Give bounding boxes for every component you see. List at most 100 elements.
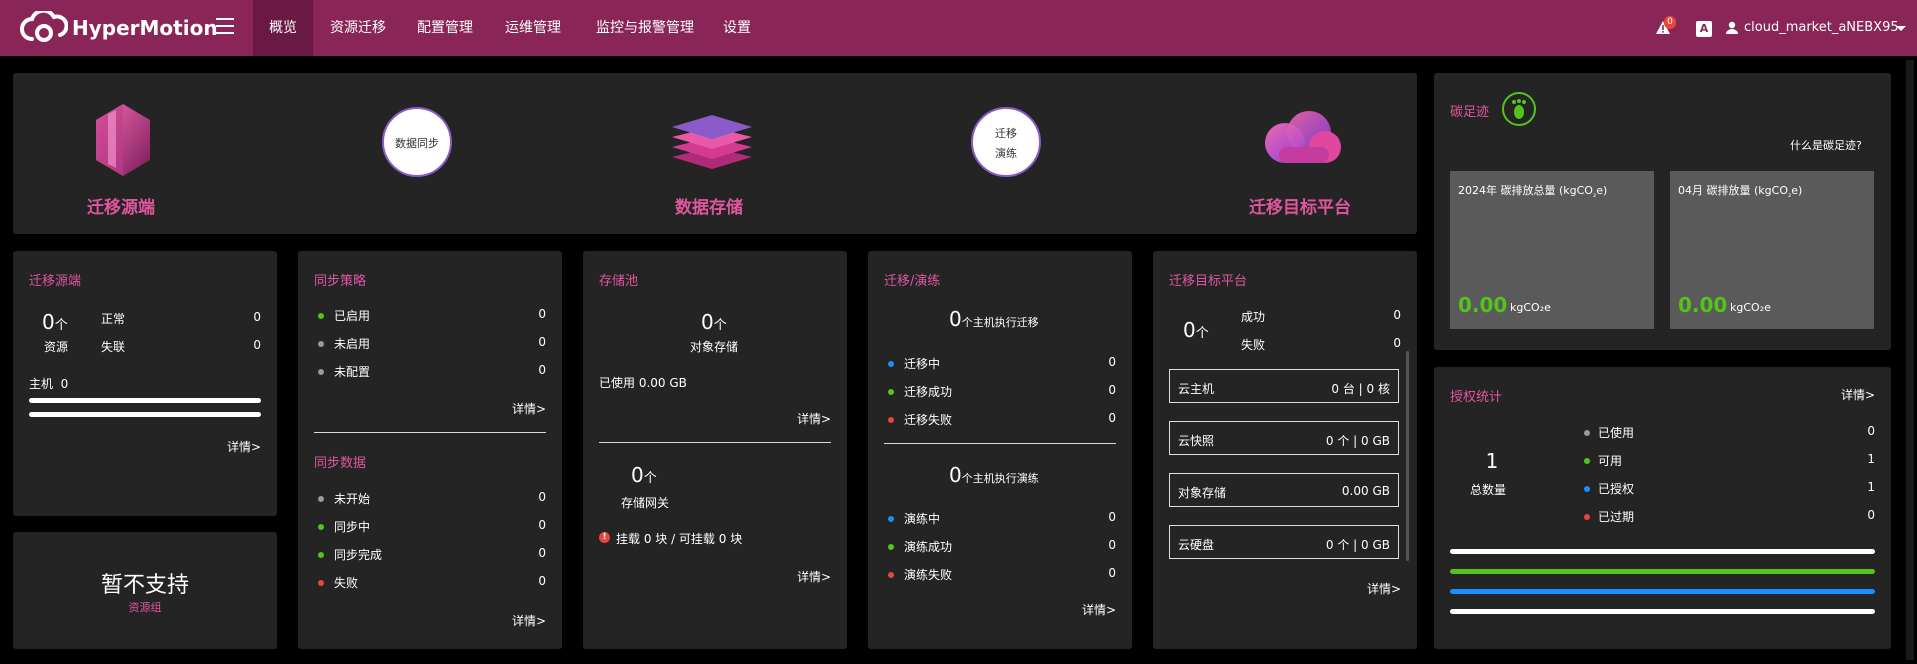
drill-status-value: 0 <box>1108 510 1116 524</box>
sync-policy-label: 未启用 <box>334 337 371 351</box>
drill-status-value: 0 <box>1108 566 1116 580</box>
carbon-month-value: 0.00 <box>1678 293 1728 317</box>
migration-status-label: 迁移失败 <box>904 413 953 427</box>
sync-policy-label: 未配置 <box>334 365 371 379</box>
carbon-year-value: 0.00 <box>1458 293 1508 317</box>
resource-group-panel: 暂不支持 资源组 <box>13 532 277 649</box>
status-dot <box>888 572 894 578</box>
license-total-label: 总数量 <box>1470 483 1507 497</box>
source-normal-value: 0 <box>253 310 261 324</box>
page-scrollbar[interactable] <box>1906 60 1914 660</box>
target-detail-link[interactable]: 详情> <box>1367 580 1401 597</box>
target-resource-value: 0 台 | 0 核 <box>1331 382 1390 396</box>
status-dot <box>888 516 894 522</box>
license-detail-link[interactable]: 详情> <box>1841 386 1875 403</box>
status-dot <box>1584 486 1590 492</box>
footprint-icon <box>1502 92 1536 126</box>
migration-status-label: 迁移成功 <box>904 385 953 399</box>
source-server-icon <box>96 104 150 176</box>
status-dot <box>888 389 894 395</box>
sync-data-label: 失败 <box>334 576 359 590</box>
target-resource-box: 云硬盘 0 个 | 0 GB <box>1169 525 1399 559</box>
migration-status-value: 0 <box>1108 355 1116 369</box>
divider <box>314 432 546 433</box>
nav-resource-migration[interactable]: 资源迁移 <box>318 0 398 56</box>
target-fail-label: 失败 <box>1241 338 1266 352</box>
cloud-logo-icon <box>20 11 68 42</box>
license-authorized-bar <box>1450 589 1875 594</box>
status-dot <box>1584 458 1590 464</box>
storage-pool-title: 存储池 <box>599 274 639 289</box>
target-success-label: 成功 <box>1241 310 1266 324</box>
nav-monitor-alarm[interactable]: 监控与报警管理 <box>585 0 705 56</box>
sync-policy-detail-link[interactable]: 详情> <box>512 400 546 417</box>
target-fail-value: 0 <box>1393 336 1401 350</box>
alert-bell-icon[interactable]: 0 <box>1655 16 1676 38</box>
source-normal-label: 正常 <box>101 312 126 326</box>
license-panel: 授权统计 详情> 1 总数量 已使用 0 可用 1 已授权 1 已过期 0 <box>1434 367 1891 649</box>
resource-group-unsupported: 暂不支持 <box>100 573 189 598</box>
menu-toggle-icon[interactable] <box>216 18 234 34</box>
migration-count: 0个主机执行迁移 <box>949 307 1039 331</box>
migrate-drill-panel: 迁移/演练 0个主机执行迁移 迁移中 0 迁移成功 0 迁移失败 0 0个主机执行演练… <box>868 251 1132 649</box>
storage-gateway-count: 0个 <box>631 463 657 487</box>
storage-pool-panel: 存储池 0个 对象存储 已使用 0.00 GB 详情> 0个 存储网关 ! 挂载… <box>583 251 847 649</box>
target-cloud-icon <box>1265 111 1341 163</box>
storage-gateway-label: 存储网关 <box>621 496 670 510</box>
license-used-bar <box>1450 549 1875 554</box>
target-scrollbar[interactable] <box>1406 351 1409 561</box>
migration-flow-panel: 迁移源端 数据同步 数据存储 迁移 演练 迁移目标平台 <box>13 73 1417 234</box>
what-is-carbon-link[interactable]: 什么是碳足迹? <box>1790 137 1862 153</box>
status-dot <box>318 313 324 319</box>
status-dot <box>318 496 324 502</box>
target-title: 迁移目标平台 <box>1169 274 1248 289</box>
nav-ops-management[interactable]: 运维管理 <box>493 0 573 56</box>
status-dot <box>318 369 324 375</box>
target-resource-box: 云快照 0 个 | 0 GB <box>1169 421 1399 455</box>
object-storage-count: 0个 <box>701 310 727 334</box>
sync-data-value: 0 <box>538 518 546 532</box>
flow-drill-top: 迁移 <box>995 127 1017 140</box>
source-count: 0个 <box>42 310 68 334</box>
carbon-month-unit: kgCO₂e <box>1730 301 1771 314</box>
storage-detail-link-1[interactable]: 详情> <box>797 410 831 427</box>
license-label: 已过期 <box>1598 510 1635 524</box>
drill-status-label: 演练成功 <box>904 540 953 554</box>
flow-target-label: 迁移目标平台 <box>1249 198 1351 218</box>
sync-data-detail-link[interactable]: 详情> <box>512 612 546 629</box>
migrate-drill-title: 迁移/演练 <box>884 274 941 289</box>
target-resource-value: 0.00 GB <box>1341 484 1390 498</box>
source-detail-link[interactable]: 详情> <box>227 438 261 455</box>
target-resource-box: 对象存储 0.00 GB <box>1169 473 1399 507</box>
migrate-drill-detail-link[interactable]: 详情> <box>1082 601 1116 618</box>
target-resource-label: 对象存储 <box>1178 486 1227 500</box>
app-logo[interactable]: HyperMotion <box>20 10 218 46</box>
target-count: 0个 <box>1183 318 1209 342</box>
license-value: 1 <box>1867 480 1875 494</box>
carbon-year-label: 2024年 碳排放总量 (kgCO₂e) <box>1458 184 1608 200</box>
license-label: 已授权 <box>1598 482 1635 496</box>
nav-config-management[interactable]: 配置管理 <box>405 0 485 56</box>
source-panel: 迁移源端 0个 资源 正常 0 失联 0 主机 0 详情> <box>13 251 277 516</box>
mount-info: 挂载 0 块 / 可挂载 0 块 <box>616 532 743 546</box>
nav-overview[interactable]: 概览 <box>253 0 313 56</box>
sync-policy-value: 0 <box>538 335 546 349</box>
license-value: 0 <box>1867 508 1875 522</box>
storage-detail-link-2[interactable]: 详情> <box>797 568 831 585</box>
flow-sync-node: 数据同步 <box>382 107 452 177</box>
language-icon[interactable]: A <box>1696 21 1712 37</box>
migration-status-label: 迁移中 <box>904 357 941 371</box>
sync-data-value: 0 <box>538 574 546 588</box>
carbon-year-unit: kgCO₂e <box>1510 301 1551 314</box>
target-panel: 迁移目标平台 0个 成功 0 失败 0 云主机 0 台 | 0 核 云快照 0 个 … <box>1153 251 1417 649</box>
sync-policy-value: 0 <box>538 363 546 377</box>
source-lost-value: 0 <box>253 338 261 352</box>
sync-panel: 同步策略 已启用 0 未启用 0 未配置 0 详情> 同步数据 未开始 0 同步中 0 同… <box>298 251 562 649</box>
sync-policy-title: 同步策略 <box>314 274 367 289</box>
flow-source-label: 迁移源端 <box>87 198 155 218</box>
migration-status-value: 0 <box>1108 383 1116 397</box>
storage-used: 已使用 0.00 GB <box>599 376 687 390</box>
alert-count-badge: 0 <box>1664 16 1676 29</box>
nav-settings[interactable]: 设置 <box>712 0 762 56</box>
status-dot <box>318 552 324 558</box>
